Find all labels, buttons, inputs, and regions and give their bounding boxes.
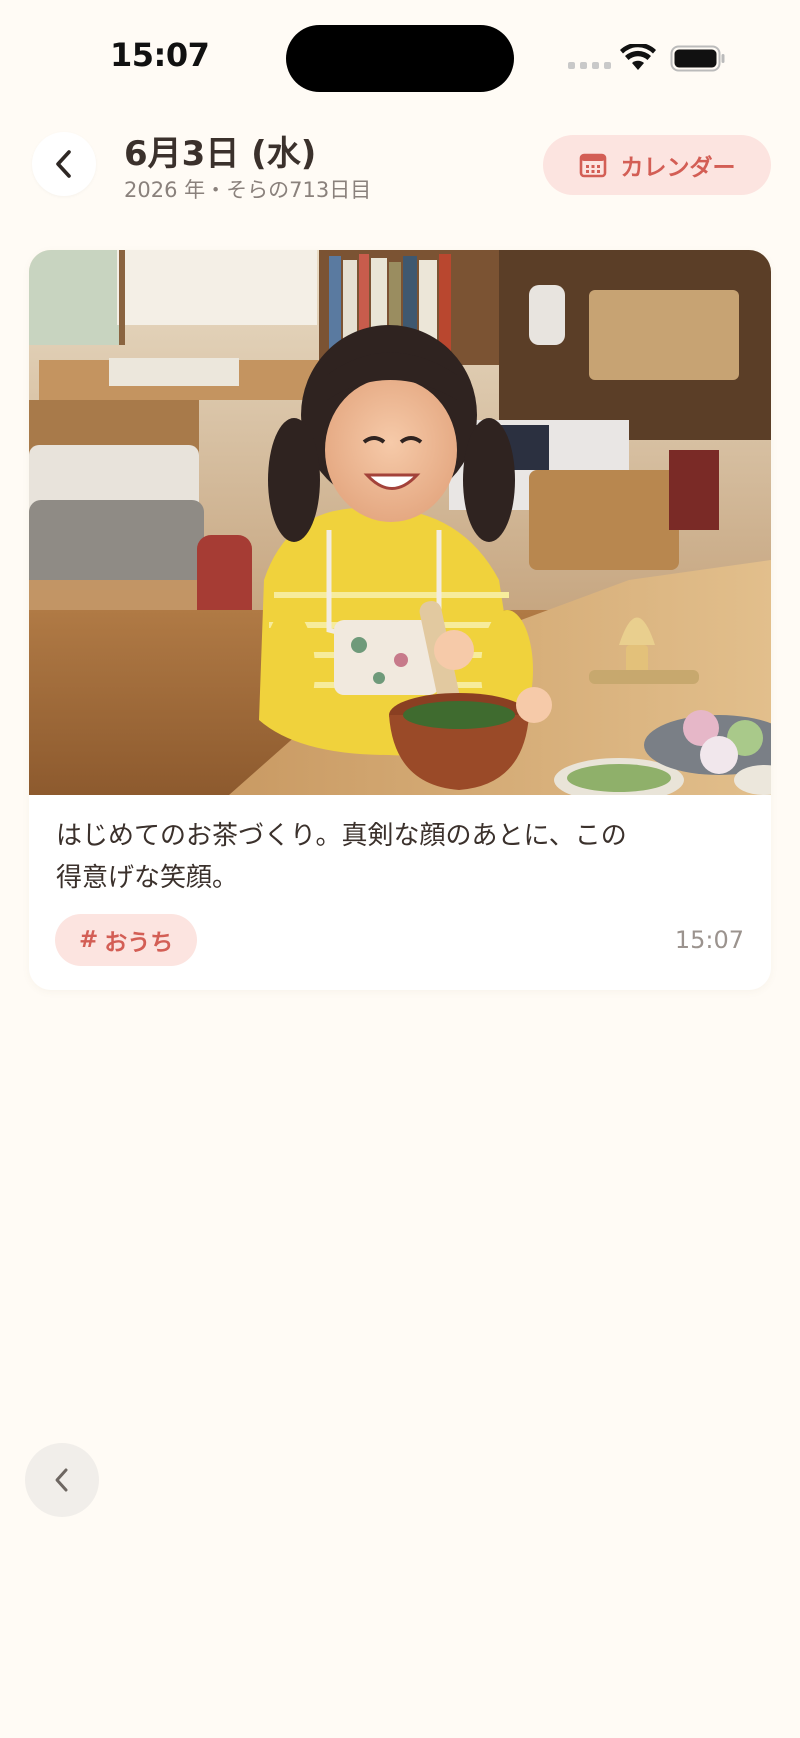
cellular-signal-icon — [568, 62, 611, 69]
chevron-left-icon — [55, 1468, 68, 1492]
status-time: 15:07 — [110, 36, 210, 74]
page-title: 6月3日 (水) — [124, 134, 317, 174]
entry-photo[interactable] — [29, 250, 771, 795]
screen: 15:07 6月3日 (水) 2026 年・そらの713日目 カレンダー はじめ… — [0, 0, 800, 1738]
calendar-button[interactable]: カレンダー — [543, 135, 771, 195]
page-subtitle: 2026 年・そらの713日目 — [124, 178, 372, 202]
tag-label: おうち — [104, 930, 174, 956]
entry-time: 15:07 — [674, 926, 744, 954]
chevron-left-icon — [56, 150, 71, 178]
calendar-button-label: カレンダー — [620, 155, 736, 181]
entry-caption-line: はじめてのお茶づくり。真剣な顔のあとに、この — [56, 821, 627, 851]
tag-chip[interactable]: # おうち — [55, 914, 198, 966]
dynamic-island — [286, 25, 514, 92]
previous-day-button[interactable] — [25, 1443, 99, 1517]
entry-caption: はじめてのお茶づくり。真剣な顔のあとに、この 得意げな笑顔。 — [56, 815, 736, 899]
battery-icon — [670, 45, 725, 72]
wifi-icon — [620, 44, 656, 70]
entry-caption-line: 得意げな笑顔。 — [56, 863, 239, 893]
hash-icon: # — [79, 927, 99, 953]
calendar-icon — [579, 153, 606, 178]
diary-entry-card[interactable]: はじめてのお茶づくり。真剣な顔のあとに、この 得意げな笑顔。 # おうち 15:… — [29, 250, 771, 990]
back-button[interactable] — [32, 132, 96, 196]
